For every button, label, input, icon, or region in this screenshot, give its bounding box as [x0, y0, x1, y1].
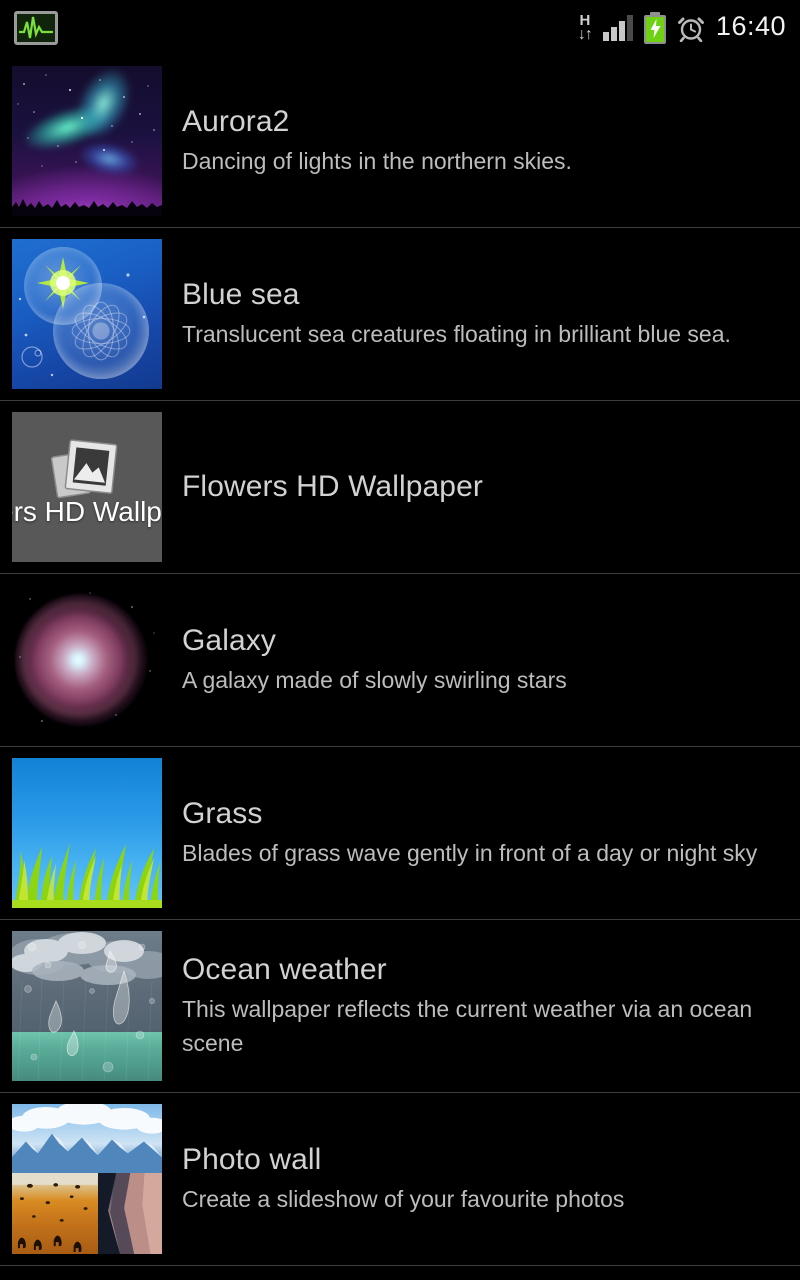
aurora2-thumbnail	[12, 66, 162, 216]
photo-canyon	[97, 1173, 162, 1254]
list-item[interactable]: Photo wall Create a slideshow of your fa…	[0, 1093, 800, 1266]
status-bar-system-icons[interactable]: H ↓↑ 16:40	[577, 11, 800, 44]
list-item-text: Ocean weather This wallpaper reflects th…	[162, 952, 800, 1060]
photo-wall-thumbnail	[12, 1104, 162, 1254]
wallpaper-title: Galaxy	[182, 623, 276, 657]
live-wallpaper-list[interactable]: Aurora2 Dancing of lights in the norther…	[0, 55, 800, 1266]
list-item-text: Flowers HD Wallpaper	[162, 469, 800, 504]
wallpaper-description: Dancing of lights in the northern skies.	[182, 148, 572, 175]
ocean-weather-thumbnail	[12, 931, 162, 1081]
list-item-text: Blue sea Translucent sea creatures float…	[162, 277, 800, 351]
list-item-text: Photo wall Create a slideshow of your fa…	[162, 1142, 800, 1216]
status-bar-notifications[interactable]	[0, 10, 58, 45]
wallpaper-title: Aurora2	[182, 104, 290, 138]
list-item-text: Aurora2 Dancing of lights in the norther…	[162, 104, 800, 178]
wallpaper-title: Grass	[182, 796, 263, 830]
list-item[interactable]: Aurora2 Dancing of lights in the norther…	[0, 55, 800, 228]
wallpaper-description: Create a slideshow of your favourite pho…	[182, 1186, 625, 1213]
flowers-hd-wallpaper-thumbnail: ers HD Wallp	[12, 412, 162, 562]
list-item[interactable]: ers HD Wallp Flowers HD Wallpaper	[0, 401, 800, 574]
list-item-text: Galaxy A galaxy made of slowly swirling …	[162, 623, 800, 697]
photo-desert	[12, 1173, 98, 1254]
wallpaper-title: Photo wall	[182, 1142, 322, 1176]
grass-thumbnail	[12, 758, 162, 908]
thumbnail-overflow-label: ers HD Wallp	[12, 496, 162, 527]
battery-charging-icon	[643, 11, 666, 44]
wallpaper-title: Ocean weather	[182, 952, 387, 986]
list-item[interactable]: Galaxy A galaxy made of slowly swirling …	[0, 574, 800, 747]
status-bar[interactable]: H ↓↑ 16:40	[0, 0, 800, 55]
pulse-monitor-icon	[14, 10, 58, 45]
signal-bars-icon	[602, 14, 633, 41]
status-bar-clock: 16:40	[715, 11, 786, 41]
wallpaper-description: Translucent sea creatures floating in br…	[182, 321, 731, 348]
wallpaper-description: A galaxy made of slowly swirling stars	[182, 667, 567, 694]
blue-sea-thumbnail	[12, 239, 162, 389]
alarm-clock-icon	[677, 17, 704, 42]
wallpaper-description: This wallpaper reflects the current weat…	[182, 996, 753, 1057]
list-item[interactable]: Grass Blades of grass wave gently in fro…	[0, 747, 800, 920]
photo-mountains	[12, 1104, 162, 1173]
wallpaper-title: Blue sea	[182, 277, 300, 311]
galaxy-thumbnail	[12, 585, 162, 735]
list-item[interactable]: Blue sea Translucent sea creatures float…	[0, 228, 800, 401]
wallpaper-description: Blades of grass wave gently in front of …	[182, 840, 758, 867]
wallpaper-title: Flowers HD Wallpaper	[182, 470, 483, 504]
data-transfer-arrows: ↓↑	[577, 25, 593, 43]
hspa-data-icon: H ↓↑	[577, 13, 593, 43]
picture-stack-icon	[50, 439, 118, 499]
list-item[interactable]: Ocean weather This wallpaper reflects th…	[0, 920, 800, 1093]
list-item-text: Grass Blades of grass wave gently in fro…	[162, 796, 800, 870]
